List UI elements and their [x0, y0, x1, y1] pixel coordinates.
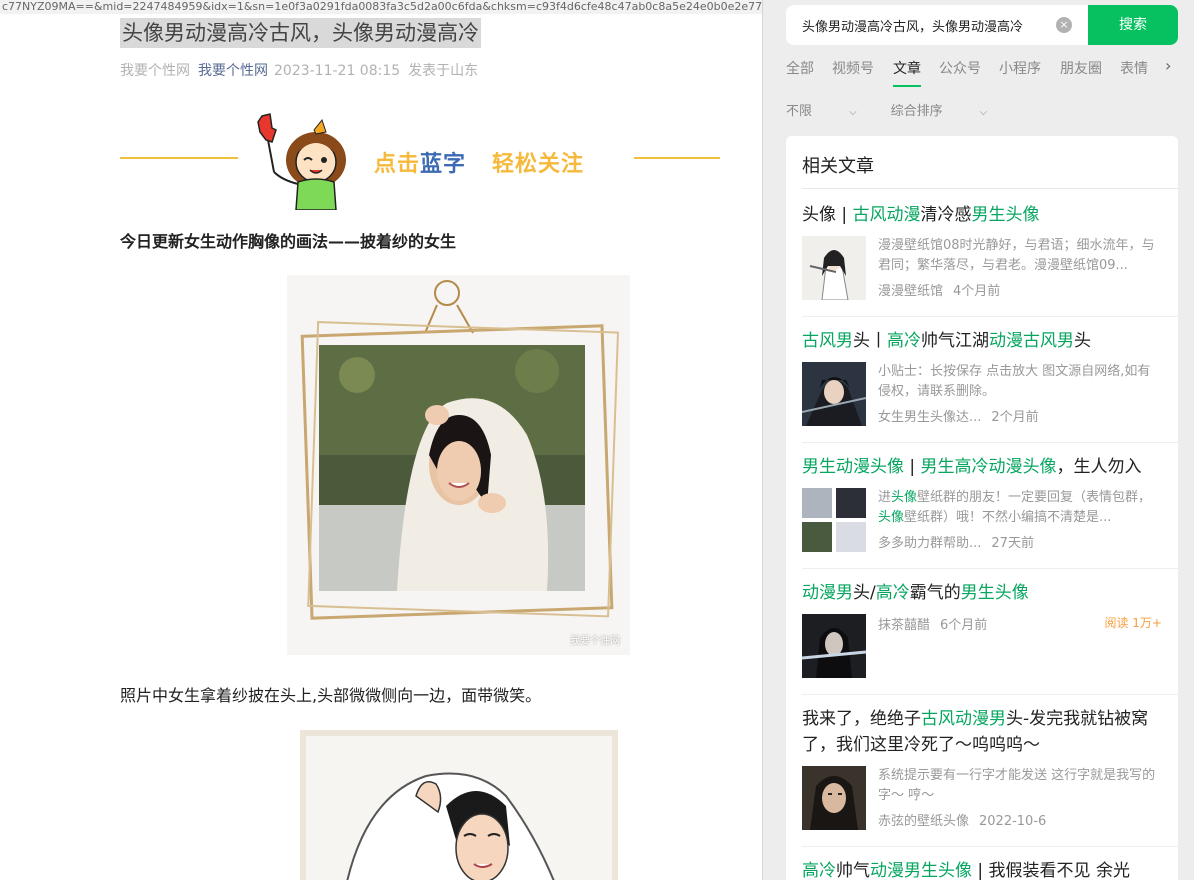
divider — [802, 316, 1178, 317]
tab-articles[interactable]: 文章 — [893, 58, 921, 87]
author-name: 我要个性网 — [120, 63, 190, 79]
result-item[interactable]: 男生动漫头像 | 男生高冷动漫头像，生人勿入 进头像壁纸群的朋友！一定要回复（表… — [802, 454, 1162, 552]
tab-channels[interactable]: 视频号 — [832, 58, 874, 80]
result-title[interactable]: 动漫男头/高冷霸气的男生头像 — [802, 580, 1162, 606]
article-view: 头像男动漫高冷古风，头像男动漫高冷 我要个性网 我要个性网 2023-11-21 0… — [0, 14, 762, 880]
result-title[interactable]: 男生动漫头像 | 男生高冷动漫头像，生人勿入 — [802, 454, 1162, 480]
result-description: 小贴士：长按保存 点击放大 图文源自网络,如有侵权，请联系删除。 — [878, 364, 1151, 399]
tab-all[interactable]: 全部 — [786, 58, 814, 80]
filter-row: 不限 ⌵ 综合排序 ⌵ — [786, 100, 1021, 119]
result-item[interactable]: 动漫男头/高冷霸气的男生头像 抹茶囍醋 6个月前 阅读 1万+ — [802, 580, 1162, 678]
result-item[interactable]: 我来了，绝绝子古风动漫男头-发完我就钻被窝了，我们这里冷死了～呜呜呜～ 系统提示… — [802, 706, 1162, 830]
tab-official-accounts[interactable]: 公众号 — [939, 58, 981, 80]
result-title[interactable]: 古风男头丨高冷帅气江湖动漫古风男头 — [802, 328, 1162, 354]
framed-photo-image — [300, 280, 619, 620]
result-thumbnail-grid — [802, 488, 866, 552]
result-description: 进头像壁纸群的朋友！一定要回复（表情包群，头像壁纸群）哦！不然小编搞不清楚是..… — [878, 490, 1152, 525]
result-item[interactable]: 头像 | 古风动漫清冷感男生头像 漫漫壁纸馆08时光静好，与君语；细水流年，与君… — [802, 202, 1162, 300]
tab-moments[interactable]: 朋友圈 — [1060, 58, 1102, 80]
read-count: 阅读 1万+ — [1104, 616, 1162, 630]
section-heading: 今日更新女生动作胸像的画法——披着纱的女生 — [120, 232, 457, 251]
cartoon-girl-icon — [257, 113, 346, 210]
result-source: 漫漫壁纸馆 4个月前 — [878, 284, 1001, 299]
tab-stickers[interactable]: 表情 — [1120, 58, 1148, 80]
photo-girl-with-veil[interactable]: 我要个性网 — [287, 275, 630, 655]
result-title[interactable]: 高冷帅气动漫男生头像 | 我假装看不见 余光 — [802, 858, 1162, 880]
clear-search-icon[interactable]: × — [1056, 17, 1072, 33]
sort-filter[interactable]: 综合排序 ⌵ — [891, 104, 988, 119]
chevron-down-icon: ⌵ — [979, 107, 988, 118]
divider — [802, 188, 1178, 189]
publish-date: 2023-11-21 08:15 — [274, 63, 401, 79]
result-description: 漫漫壁纸馆08时光静好，与君语；细水流年，与君同；繁华落尽，与君老。漫漫壁纸馆0… — [878, 238, 1155, 273]
divider — [802, 846, 1178, 847]
search-sidebar: × 搜索 全部 视频号 文章 公众号 小程序 朋友圈 表情 › 不限⌵ 综合排序⌵… — [763, 0, 1194, 880]
article-meta: 我要个性网 我要个性网 2023-11-21 08:15 发表于山东 — [120, 60, 478, 80]
search-button[interactable]: 搜索 — [1088, 5, 1178, 45]
photo-caption: 照片中女生拿着纱披在头上,头部微微侧向一边，面带微笑。 — [120, 686, 542, 705]
chevron-down-icon: ⌵ — [849, 107, 857, 118]
result-thumbnail — [802, 766, 866, 830]
banner-line-right — [634, 157, 720, 159]
drawing-illustration[interactable] — [300, 730, 618, 880]
publish-location: 发表于山东 — [408, 63, 479, 79]
tab-mini-programs[interactable]: 小程序 — [999, 58, 1041, 80]
result-title[interactable]: 头像 | 古风动漫清冷感男生头像 — [802, 202, 1162, 228]
url-strip: c77NYZ09MA==&mid=2247484959&idx=1&sn=1e0… — [0, 0, 762, 14]
result-item[interactable]: 高冷帅气动漫男生头像 | 我假装看不见 余光 — [802, 858, 1162, 880]
result-source: 赤弦的壁纸头像 2022-10-6 — [878, 814, 1047, 829]
search-tabs: 全部 视频号 文章 公众号 小程序 朋友圈 表情 — [786, 58, 1186, 88]
article-title: 头像男动漫高冷古风，头像男动漫高冷 — [120, 18, 481, 48]
divider — [802, 694, 1178, 695]
follow-text: 点击蓝字 轻松关注 — [374, 152, 585, 177]
result-source: 抹茶囍醋 6个月前 — [878, 618, 988, 633]
follow-banner: 点击蓝字 轻松关注 — [120, 110, 720, 210]
search-input[interactable] — [786, 5, 1086, 45]
result-item[interactable]: 古风男头丨高冷帅气江湖动漫古风男头 小贴士：长按保存 点击放大 图文源自网络,如… — [802, 328, 1162, 426]
result-thumbnail — [802, 236, 866, 300]
account-link[interactable]: 我要个性网 — [198, 63, 268, 79]
result-description: 系统提示要有一行字才能发送 这行字就是我写的字～ 哼～ — [878, 768, 1156, 803]
result-source: 多多助力群帮助... 27天前 — [878, 536, 1034, 551]
watermark-label: 我要个性网 — [570, 636, 620, 647]
result-source: 女生男生头像达... 2个月前 — [878, 410, 1039, 425]
chevron-right-icon[interactable]: › — [1165, 56, 1171, 75]
search-bar: × 搜索 — [786, 5, 1178, 45]
sketch-image — [306, 736, 612, 880]
result-title[interactable]: 我来了，绝绝子古风动漫男头-发完我就钻被窝了，我们这里冷死了～呜呜呜～ — [802, 706, 1162, 758]
time-filter[interactable]: 不限 ⌵ — [786, 104, 857, 119]
result-thumbnail — [802, 362, 866, 426]
divider — [802, 442, 1178, 443]
results-heading: 相关文章 — [802, 156, 874, 177]
banner-line-left — [120, 157, 238, 159]
divider — [802, 568, 1178, 569]
result-thumbnail — [802, 614, 866, 678]
results-panel: 相关文章 头像 | 古风动漫清冷感男生头像 漫漫壁纸馆08时光静好，与君语；细水… — [786, 136, 1178, 880]
